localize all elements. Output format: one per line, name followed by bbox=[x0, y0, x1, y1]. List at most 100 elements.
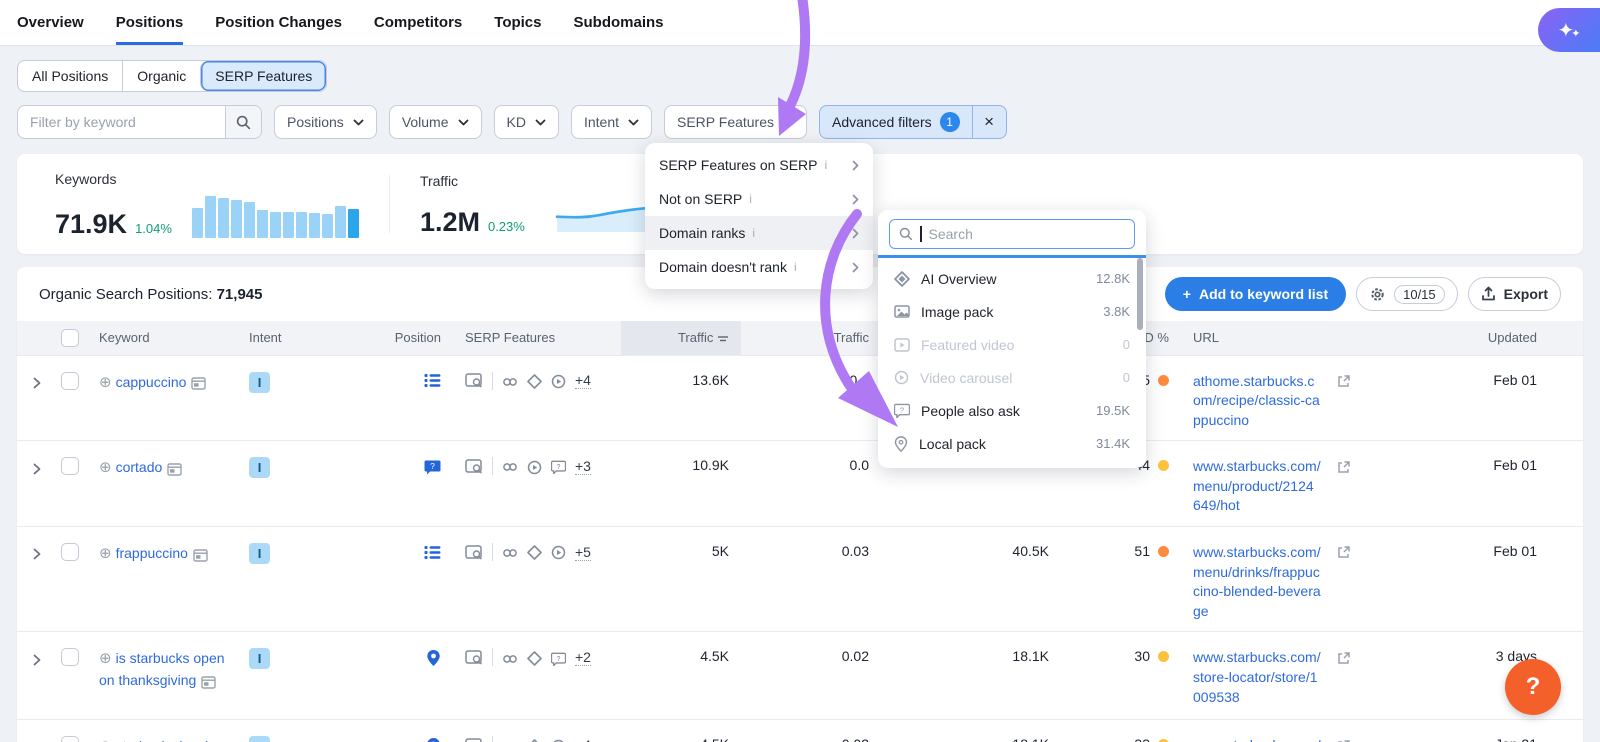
add-keyword-icon[interactable]: ⊕ bbox=[99, 738, 112, 742]
keyword-filter-input[interactable]: Filter by keyword bbox=[17, 105, 262, 139]
external-link-icon[interactable] bbox=[1337, 543, 1351, 559]
serp-preview-icon[interactable] bbox=[465, 372, 483, 389]
divider bbox=[492, 371, 493, 390]
segment-serp-features[interactable]: SERP Features bbox=[200, 61, 327, 91]
tab-position-changes[interactable]: Position Changes bbox=[215, 0, 342, 45]
more-features-link[interactable]: +5 bbox=[575, 544, 591, 561]
menu-item-domain-doesnt-rank[interactable]: Domain doesn't rank i bbox=[645, 250, 873, 284]
select-all-checkbox[interactable] bbox=[61, 328, 79, 347]
keyword-link[interactable]: cortado bbox=[116, 459, 163, 475]
table-row: ⊕ cappuccino I +4 13.6K 0.0 athome.starb… bbox=[17, 354, 1583, 441]
header-url[interactable]: URL bbox=[1181, 321, 1359, 355]
keyword-link[interactable]: frappuccino bbox=[116, 545, 188, 561]
header-serp-features[interactable]: SERP Features bbox=[453, 321, 621, 355]
sitelinks-icon bbox=[502, 544, 518, 560]
serp-snapshot-icon[interactable] bbox=[193, 544, 208, 564]
add-keyword-icon[interactable]: ⊕ bbox=[99, 374, 112, 391]
url-link[interactable]: www.starbucks.com/store-locator/store/10… bbox=[1193, 648, 1321, 707]
export-button[interactable]: Export bbox=[1467, 277, 1561, 311]
serp-features-filter[interactable]: SERP Features bbox=[664, 105, 808, 139]
more-features-link[interactable]: +4 bbox=[575, 372, 591, 389]
advanced-filters-button[interactable]: Advanced filters 1 bbox=[820, 106, 972, 138]
menu-item-serp-features-on-serp[interactable]: SERP Features on SERP i bbox=[645, 148, 873, 182]
serp-snapshot-icon[interactable] bbox=[167, 458, 182, 478]
kd-difficulty-dot bbox=[1158, 460, 1169, 472]
add-keyword-icon[interactable]: ⊕ bbox=[99, 459, 112, 476]
manage-columns-button[interactable]: 10/15 bbox=[1356, 277, 1458, 311]
row-checkbox[interactable] bbox=[61, 543, 79, 562]
header-updated[interactable]: Updated bbox=[1359, 321, 1583, 355]
tab-overview[interactable]: Overview bbox=[17, 0, 84, 45]
submenu-item-ai-overview[interactable]: AI Overview 12.8K bbox=[878, 262, 1146, 295]
url-link[interactable]: www.starbucks.com/menu/drinks/frappuccin… bbox=[1193, 543, 1321, 621]
url-link[interactable]: www.starbucks.com/store-locator/store/11… bbox=[1193, 736, 1321, 742]
expand-row-button[interactable] bbox=[33, 459, 41, 475]
expand-row-button[interactable] bbox=[33, 650, 41, 666]
tab-positions[interactable]: Positions bbox=[115, 0, 184, 45]
row-checkbox[interactable] bbox=[61, 371, 79, 390]
serp-snapshot-icon[interactable] bbox=[201, 671, 216, 691]
tab-topics[interactable]: Topics bbox=[494, 0, 541, 45]
divider bbox=[878, 255, 1146, 258]
external-link-icon[interactable] bbox=[1337, 736, 1351, 742]
submenu-item-people-also-ask[interactable]: ? People also ask 19.5K bbox=[878, 394, 1146, 427]
header-keyword[interactable]: Keyword bbox=[87, 321, 237, 355]
kd-filter[interactable]: KD bbox=[493, 105, 559, 139]
submenu-item-image-pack[interactable]: Image pack 3.8K bbox=[878, 295, 1146, 328]
expand-row-button[interactable] bbox=[33, 374, 41, 390]
header-traffic[interactable]: Traffic bbox=[621, 321, 741, 355]
video-icon bbox=[551, 737, 566, 742]
serp-preview-icon[interactable] bbox=[465, 458, 483, 475]
menu-item-domain-ranks[interactable]: Domain ranks i bbox=[645, 216, 873, 250]
search-button[interactable] bbox=[225, 106, 261, 138]
traffic-pct-cell: 0.0 bbox=[741, 354, 881, 441]
tab-subdomains[interactable]: Subdomains bbox=[574, 0, 664, 45]
serp-snapshot-icon[interactable] bbox=[191, 373, 207, 393]
header-position[interactable]: Position bbox=[321, 321, 453, 355]
more-features-link[interactable]: +4 bbox=[575, 737, 591, 742]
keywords-label: Keywords bbox=[55, 170, 117, 187]
keyword-link[interactable]: cappuccino bbox=[116, 374, 187, 390]
chevron-down-icon bbox=[458, 119, 468, 125]
people-also-ask-icon: ? bbox=[551, 458, 566, 475]
serp-preview-icon[interactable] bbox=[465, 543, 483, 560]
add-keyword-icon[interactable]: ⊕ bbox=[99, 545, 112, 562]
volume-filter[interactable]: Volume bbox=[388, 105, 482, 139]
header-traffic-pct[interactable]: Traffic bbox=[741, 321, 881, 355]
add-to-keyword-list-button[interactable]: + Add to keyword list bbox=[1164, 277, 1347, 311]
expand-row-button[interactable] bbox=[33, 738, 41, 742]
segment-organic[interactable]: Organic bbox=[122, 61, 200, 91]
local-pack-feature-icon bbox=[426, 648, 441, 666]
tab-competitors[interactable]: Competitors bbox=[374, 0, 462, 45]
help-button[interactable]: ? bbox=[1505, 659, 1561, 715]
url-link[interactable]: www.starbucks.com/menu/product/2124649/h… bbox=[1193, 457, 1321, 516]
positions-filter[interactable]: Positions bbox=[274, 105, 377, 139]
serp-preview-icon[interactable] bbox=[465, 649, 483, 666]
chevron-right-icon bbox=[852, 194, 859, 204]
segment-all-positions[interactable]: All Positions bbox=[18, 61, 122, 91]
external-link-icon[interactable] bbox=[1337, 648, 1351, 664]
external-link-icon[interactable] bbox=[1337, 372, 1351, 388]
submenu-scrollbar[interactable] bbox=[1137, 258, 1143, 330]
keyword-link[interactable]: starbucks iconic seattle bbox=[99, 738, 216, 742]
add-keyword-icon[interactable]: ⊕ bbox=[99, 650, 112, 667]
intent-filter[interactable]: Intent bbox=[570, 105, 652, 139]
kd-difficulty-dot bbox=[1158, 546, 1169, 558]
clear-advanced-filters-button[interactable]: × bbox=[971, 106, 1006, 138]
external-link-icon[interactable] bbox=[1337, 457, 1351, 473]
submenu-item-local-pack[interactable]: Local pack 31.4K bbox=[878, 427, 1146, 460]
more-features-link[interactable]: +3 bbox=[575, 458, 591, 475]
expand-row-button[interactable] bbox=[33, 545, 41, 561]
row-checkbox[interactable] bbox=[61, 736, 79, 742]
row-checkbox[interactable] bbox=[61, 648, 79, 667]
feature-search-input[interactable]: Search bbox=[889, 219, 1135, 249]
row-checkbox[interactable] bbox=[61, 457, 79, 476]
ai-assistant-button[interactable]: ✦✦ bbox=[1538, 8, 1600, 52]
menu-item-not-on-serp[interactable]: Not on SERP i bbox=[645, 182, 873, 216]
updated-cell: Feb 01 bbox=[1359, 354, 1583, 441]
serp-preview-icon[interactable] bbox=[465, 737, 483, 742]
more-features-link[interactable]: +2 bbox=[575, 649, 591, 666]
url-link[interactable]: athome.starbucks.com/recipe/classic-capp… bbox=[1193, 372, 1321, 431]
header-intent[interactable]: Intent bbox=[237, 321, 321, 355]
search-icon bbox=[899, 227, 913, 241]
